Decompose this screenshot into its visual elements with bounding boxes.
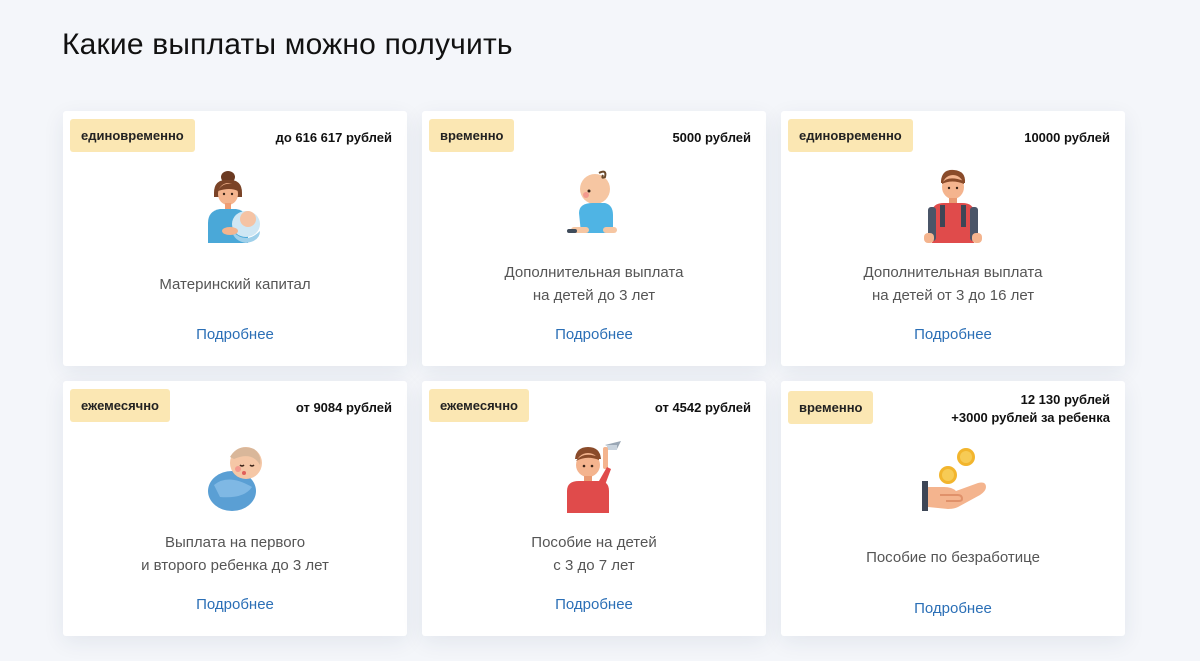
- benefit-card-3-to-7: ежемесячно от 4542 рублей Пособие на дет…: [422, 381, 766, 636]
- details-link[interactable]: Подробнее: [781, 326, 1125, 343]
- crawling-baby-icon: [567, 170, 617, 233]
- details-link[interactable]: Подробнее: [63, 326, 407, 343]
- swaddled-baby-icon: [208, 447, 262, 511]
- page-title: Какие выплаты можно получить: [62, 28, 513, 61]
- hand-with-coins-icon: [922, 448, 986, 511]
- benefit-title: Пособие по безработице: [866, 549, 1040, 566]
- period-badge: временно: [788, 391, 874, 424]
- period-badge: единовременно: [70, 119, 195, 152]
- amount-label: до 616 617 рублей: [275, 130, 392, 145]
- period-badge: ежемесячно: [70, 389, 170, 422]
- benefit-title: Дополнительная выплата на детей до 3 лет: [504, 264, 684, 304]
- benefits-grid: единовременно до 616 617 рублей Материнс…: [63, 111, 1125, 636]
- details-link[interactable]: Подробнее: [422, 326, 766, 343]
- amount-label: 12 130 рублей +3000 рублей за ребенка: [951, 392, 1110, 425]
- benefit-card-first-second-child: ежемесячно от 9084 рублей Выплата на пер…: [63, 381, 407, 636]
- details-link[interactable]: Подробнее: [422, 596, 766, 613]
- details-link[interactable]: Подробнее: [63, 596, 407, 613]
- amount-label: от 4542 рублей: [654, 400, 751, 415]
- amount-label: от 9084 рублей: [295, 400, 392, 415]
- period-badge: ежемесячно: [429, 389, 529, 422]
- mother-with-baby-icon: [208, 171, 260, 243]
- amount-label: 5000 рублей: [672, 130, 751, 145]
- details-link[interactable]: Подробнее: [781, 600, 1125, 617]
- benefit-card-3-to-16: единовременно 10000 рублей Дополнительна…: [781, 111, 1125, 366]
- period-badge: единовременно: [788, 119, 913, 152]
- schoolboy-with-backpack-icon: [924, 169, 982, 243]
- child-with-toy-plane-icon: [567, 441, 621, 513]
- benefit-title: Дополнительная выплата на детей от 3 до …: [863, 264, 1043, 304]
- benefit-card-unemployment: временно 12 130 рублей +3000 рублей за р…: [781, 381, 1125, 636]
- benefit-title: Пособие на детей с 3 до 7 лет: [531, 534, 657, 574]
- period-badge: временно: [429, 119, 515, 152]
- benefit-title: Выплата на первого и второго ребенка до …: [141, 534, 329, 574]
- benefit-title: Материнский капитал: [159, 276, 311, 293]
- benefit-card-under-3: временно 5000 рублей Дополнительная выпл…: [422, 111, 766, 366]
- amount-label: 10000 рублей: [1024, 130, 1110, 145]
- benefit-card-maternity-capital: единовременно до 616 617 рублей Материнс…: [63, 111, 407, 366]
